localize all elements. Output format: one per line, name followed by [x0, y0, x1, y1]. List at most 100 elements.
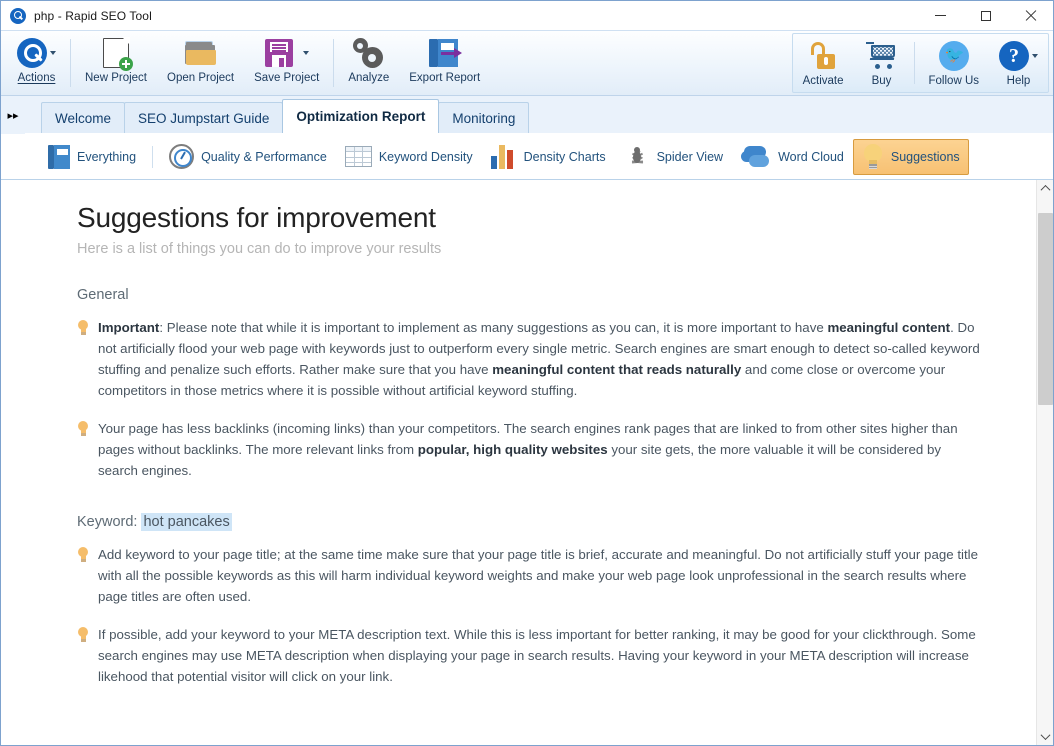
vertical-scrollbar[interactable]: [1036, 180, 1053, 745]
scroll-down-button[interactable]: [1037, 728, 1054, 745]
follow-us-label: Follow Us: [929, 75, 979, 87]
report-section-toolbar: Everything Quality & Performance Keyword…: [1, 134, 1053, 180]
keyword-value[interactable]: hot pancakes: [141, 513, 231, 531]
chevron-down-icon[interactable]: [50, 51, 56, 55]
keyword-suggestions-list: Add keyword to your page title; at the s…: [77, 544, 984, 687]
actions-icon-wrap: [17, 36, 56, 70]
floppy-label: [270, 42, 288, 52]
scroll-up-button[interactable]: [1037, 180, 1054, 197]
twitter-icon: 🐦: [939, 41, 969, 71]
double-chevron-right-icon: ▸▸: [7, 109, 18, 122]
cart-wheel-left: [875, 64, 880, 69]
export-report-icon: [429, 39, 461, 67]
cart-wheel-right: [887, 64, 892, 69]
new-project-button[interactable]: New Project: [75, 31, 157, 95]
tab-welcome[interactable]: Welcome: [41, 102, 125, 133]
new-project-icon-wrap: [103, 36, 129, 70]
keyword-prefix-label: Keyword:: [77, 514, 141, 530]
gauge-icon: [169, 144, 194, 169]
lightbulb-bullet-icon: [77, 320, 89, 336]
bulb-base: [869, 164, 877, 169]
tab-monitoring[interactable]: Monitoring: [438, 102, 529, 133]
arrow-right-icon: [441, 52, 455, 55]
open-project-button[interactable]: Open Project: [157, 31, 244, 95]
suggestion-text: Add keyword to your page title; at the s…: [98, 544, 984, 607]
table-col-line: [354, 147, 355, 166]
scrollbar-track[interactable]: [1037, 197, 1054, 728]
body-text: : Please note that while it is important…: [159, 320, 827, 335]
export-white: [441, 43, 454, 50]
buy-label: Buy: [872, 75, 892, 87]
section-keyword-density[interactable]: Keyword Density: [336, 141, 482, 172]
follow-us-button[interactable]: 🐦 Follow Us: [919, 34, 989, 92]
maximize-button[interactable]: [963, 1, 1008, 30]
buy-button[interactable]: Buy: [854, 34, 910, 92]
actions-button[interactable]: Actions: [7, 31, 66, 95]
tab-welcome-label: Welcome: [55, 111, 111, 126]
general-section-heading: General: [77, 287, 984, 303]
cart-basket: [871, 45, 895, 58]
lightbulb-bullet-icon: [77, 547, 89, 563]
body-text: Add keyword to your page title; at the s…: [98, 547, 978, 604]
open-project-label: Open Project: [167, 72, 234, 84]
export-report-label: Export Report: [409, 72, 480, 84]
padlock-icon: [810, 42, 836, 70]
toolbar-secondary-group: Activate Buy 🐦: [792, 33, 1049, 93]
bar-2: [499, 145, 505, 169]
follow-us-icon-wrap: 🐦: [939, 39, 969, 73]
section-everything-label: Everything: [77, 150, 136, 164]
table-icon: [345, 146, 372, 167]
page-subtitle: Here is a list of things you can do to i…: [77, 241, 984, 257]
export-report-button[interactable]: Export Report: [399, 31, 490, 95]
book-icon: [48, 145, 70, 169]
twitter-bird: 🐦: [945, 49, 965, 63]
tab-optimization-report[interactable]: Optimization Report: [282, 99, 439, 133]
book-label: [57, 149, 68, 155]
floppy-disk-icon: [265, 39, 293, 67]
chevron-down-icon[interactable]: [1032, 54, 1038, 58]
title-bar: php - Rapid SEO Tool: [1, 1, 1053, 31]
section-quality-performance-label: Quality & Performance: [201, 150, 327, 164]
close-button[interactable]: [1008, 1, 1053, 30]
activate-button[interactable]: Activate: [793, 34, 854, 92]
section-density-charts[interactable]: Density Charts: [482, 140, 615, 174]
analyze-button[interactable]: Analyze: [338, 31, 399, 95]
suggestion-text: Your page has less backlinks (incoming l…: [98, 418, 984, 481]
table-row-line: [346, 162, 371, 163]
toolbar-primary-group: Actions New Project Open Project: [1, 31, 490, 95]
app-logo-icon: [10, 8, 26, 24]
help-icon-wrap: ?: [999, 39, 1038, 73]
emphasis-text: meaningful content: [827, 320, 950, 335]
activate-label: Activate: [803, 75, 844, 87]
suggestion-item: Your page has less backlinks (incoming l…: [77, 418, 984, 481]
emphasis-text: popular, high quality websites: [418, 442, 608, 457]
section-quality-performance[interactable]: Quality & Performance: [160, 139, 336, 174]
toolbar-separator-3: [914, 42, 915, 84]
section-suggestions[interactable]: Suggestions: [853, 139, 969, 175]
save-project-label: Save Project: [254, 72, 319, 84]
maximize-icon: [981, 11, 991, 21]
search-circle-icon: [17, 38, 47, 68]
panel-expand-button[interactable]: ▸▸: [1, 96, 25, 134]
section-spider-view[interactable]: Spider View: [615, 140, 732, 174]
table-col-line: [362, 147, 363, 166]
export-report-icon-wrap: [429, 36, 461, 70]
open-folder-icon: [185, 41, 217, 66]
bar-3: [507, 150, 513, 169]
chevron-down-icon[interactable]: [303, 51, 309, 55]
cloud-icon: [741, 146, 771, 168]
help-button[interactable]: ? Help: [989, 34, 1048, 92]
suggestion-item: Add keyword to your page title; at the s…: [77, 544, 984, 607]
tab-seo-jumpstart-guide[interactable]: SEO Jumpstart Guide: [124, 102, 283, 133]
save-project-button[interactable]: Save Project: [244, 31, 329, 95]
section-everything[interactable]: Everything: [39, 140, 145, 174]
minimize-button[interactable]: [918, 1, 963, 30]
padlock-body: [817, 54, 835, 69]
scrollbar-thumb[interactable]: [1038, 213, 1053, 405]
cart-handle: [866, 42, 874, 44]
content-area: Suggestions for improvement Here is a li…: [1, 180, 1053, 745]
section-word-cloud[interactable]: Word Cloud: [732, 141, 853, 173]
plus-badge-icon: [119, 57, 133, 71]
bulb-neck: [869, 160, 877, 164]
keyword-section-heading: Keyword: hot pancakes: [77, 514, 984, 530]
